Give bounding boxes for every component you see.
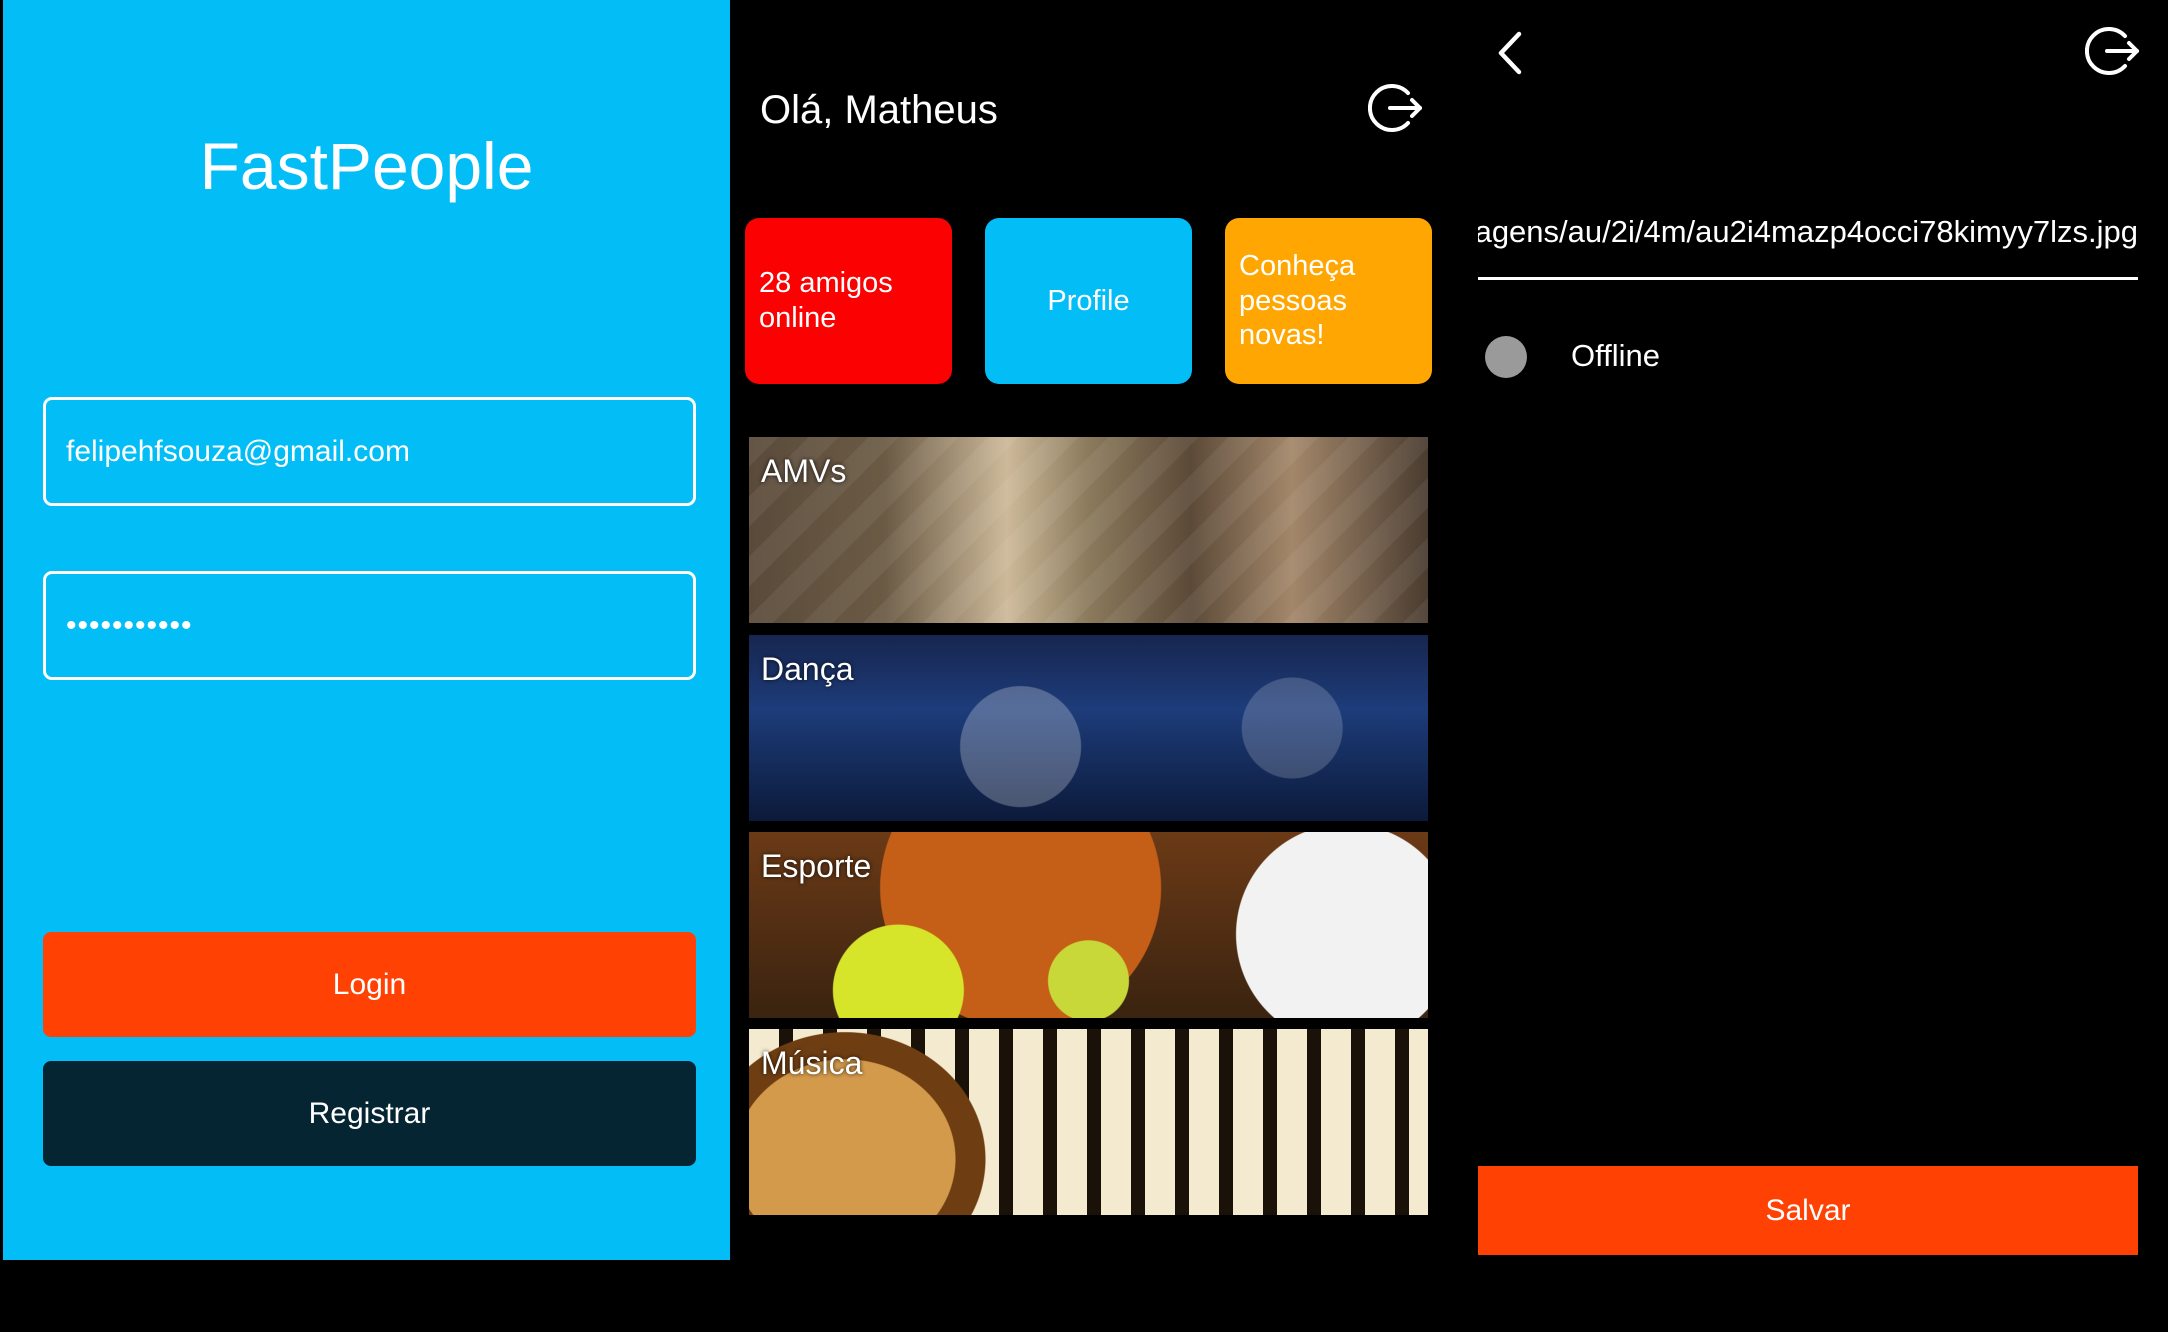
save-button[interactable]: Salvar — [1478, 1166, 2138, 1255]
category-musica[interactable]: Música — [749, 1029, 1428, 1215]
friends-online-tile[interactable]: 28 amigos online — [745, 218, 952, 384]
category-label: Dança — [761, 651, 854, 687]
meet-people-label: Conheça pessoas novas! — [1239, 249, 1356, 352]
meet-people-tile[interactable]: Conheça pessoas novas! — [1225, 218, 1432, 384]
email-field[interactable]: felipehfsouza@gmail.com — [43, 397, 696, 506]
greeting-text: Olá, Matheus — [760, 88, 998, 132]
category-label: Esporte — [761, 848, 872, 884]
home-screen: Olá, Matheus 28 amigos online Profile Co… — [730, 0, 1475, 1260]
password-value: ••••••••••• — [66, 608, 193, 642]
logout-icon[interactable] — [2084, 22, 2143, 80]
chevron-left-icon[interactable] — [1489, 26, 1539, 80]
register-button[interactable]: Registrar — [43, 1061, 696, 1166]
app-title: FastPeople — [199, 129, 534, 203]
category-danca[interactable]: Dança — [749, 635, 1428, 821]
profile-edit-screen: iagens/au/2i/4m/au2i4mazp4occi78kimyy7lz… — [1475, 0, 2168, 1260]
profile-tile[interactable]: Profile — [985, 218, 1192, 384]
category-amvs[interactable]: AMVs — [749, 437, 1428, 623]
password-field[interactable]: ••••••••••• — [43, 571, 696, 680]
bottom-bar — [0, 1260, 2168, 1332]
category-label: Música — [761, 1045, 863, 1081]
friends-online-label: 28 amigos online — [759, 267, 893, 334]
image-url-value: iagens/au/2i/4m/au2i4mazp4occi78kimyy7lz… — [1478, 214, 2138, 249]
profile-label: Profile — [1047, 284, 1130, 317]
status-label: Offline — [1571, 338, 1661, 373]
login-screen: FastPeople felipehfsouza@gmail.com •••••… — [3, 0, 730, 1260]
email-value: felipehfsouza@gmail.com — [66, 434, 410, 468]
status-toggle[interactable] — [1485, 336, 1527, 378]
image-url-input[interactable]: iagens/au/2i/4m/au2i4mazp4occi78kimyy7lz… — [1478, 200, 2138, 280]
logout-icon[interactable] — [1367, 79, 1426, 137]
login-button[interactable]: Login — [43, 932, 696, 1037]
category-label: AMVs — [761, 453, 847, 489]
category-esporte[interactable]: Esporte — [749, 832, 1428, 1018]
